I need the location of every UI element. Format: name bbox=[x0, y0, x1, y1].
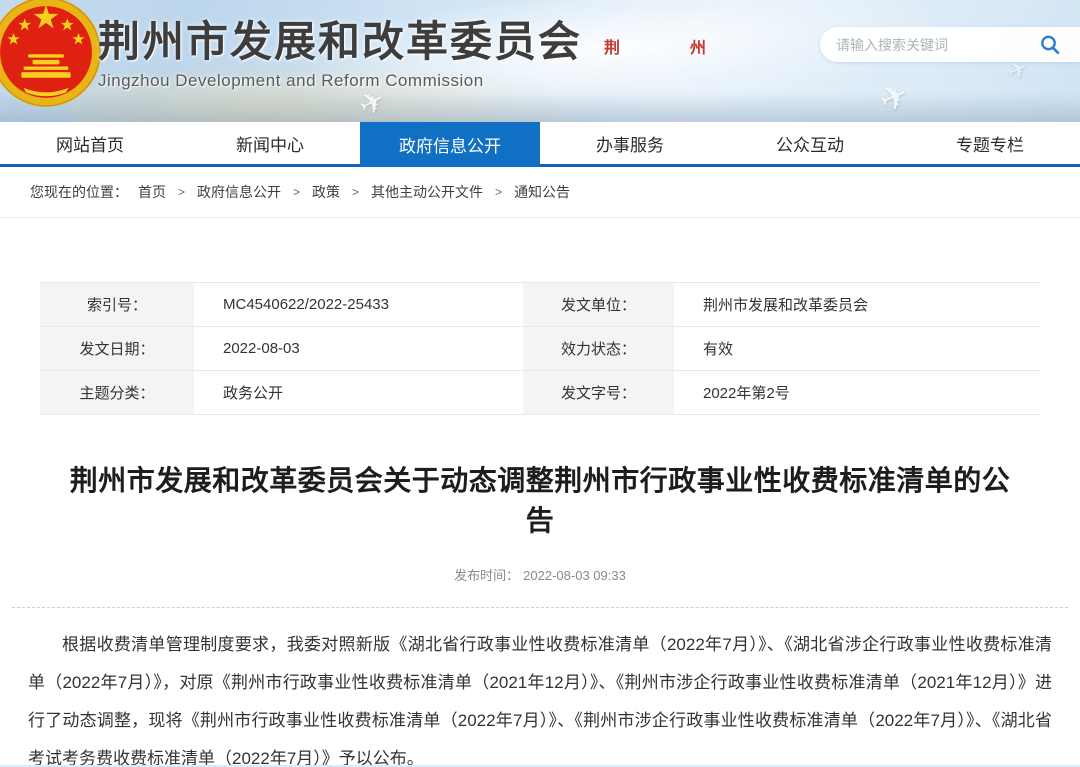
document-meta-table: 索引号： MC4540622/2022-25433 发文单位： 荆州市发展和改革… bbox=[40, 282, 1040, 415]
page-title: 荆州市发展和改革委员会关于动态调整荆州市行政事业性收费标准清单的公告 bbox=[58, 461, 1023, 541]
nav-item-gov-info[interactable]: 政府信息公开 bbox=[360, 122, 540, 167]
table-row: 主题分类： 政务公开 发文字号： 2022年第2号 bbox=[40, 371, 1040, 415]
national-emblem-icon bbox=[0, 0, 102, 108]
nav-item-home[interactable]: 网站首页 bbox=[0, 122, 180, 164]
publish-time-row: 发布时间： 2022-08-03 09:33 bbox=[0, 565, 1080, 584]
site-identity: 荆州市发展和改革委员会 Jingzhou Development and Ref… bbox=[98, 8, 582, 91]
meta-value-issuing-unit: 荆州市发展和改革委员会 bbox=[677, 283, 1040, 326]
breadcrumb-other-open-docs[interactable]: 其他主动公开文件 bbox=[371, 182, 483, 202]
breadcrumb-separator: > bbox=[293, 185, 300, 199]
breadcrumb-prefix: 您现在的位置： bbox=[30, 182, 128, 202]
meta-label-doc-number: 发文字号： bbox=[523, 371, 677, 414]
page: ✈ ✈ ✈ 荆州市发展和改革委员会 Jingzhou Development a… bbox=[0, 0, 1080, 767]
breadcrumb-gov-info[interactable]: 政府信息公开 bbox=[197, 182, 281, 202]
search-icon bbox=[1038, 33, 1062, 57]
meta-label-issue-date: 发文日期： bbox=[40, 327, 197, 370]
meta-label-validity: 效力状态： bbox=[523, 327, 677, 370]
breadcrumb-separator: > bbox=[178, 185, 185, 199]
meta-value-topic-category: 政务公开 bbox=[197, 371, 523, 414]
banner-tarmac-art bbox=[0, 92, 1080, 122]
nav-item-news[interactable]: 新闻中心 bbox=[180, 122, 360, 164]
table-row: 发文日期： 2022-08-03 效力状态： 有效 bbox=[40, 327, 1040, 371]
search-button[interactable] bbox=[1038, 33, 1062, 57]
article-body: 根据收费清单管理制度要求，我委对照新版《湖北省行政事业性收费标准清单（2022年… bbox=[28, 626, 1052, 767]
meta-value-issue-date: 2022-08-03 bbox=[197, 327, 523, 370]
banner-jingzhou-sign: 荆州 bbox=[604, 34, 776, 58]
site-title: 荆州市发展和改革委员会 bbox=[98, 8, 582, 69]
nav-item-interaction[interactable]: 公众互动 bbox=[720, 122, 900, 164]
site-banner: ✈ ✈ ✈ 荆州市发展和改革委员会 Jingzhou Development a… bbox=[0, 0, 1080, 122]
main-nav: 网站首页 新闻中心 政府信息公开 办事服务 公众互动 专题专栏 bbox=[0, 122, 1080, 167]
breadcrumb-separator: > bbox=[352, 185, 359, 199]
dashed-divider bbox=[12, 607, 1068, 608]
breadcrumb-notices[interactable]: 通知公告 bbox=[514, 182, 570, 202]
table-row: 索引号： MC4540622/2022-25433 发文单位： 荆州市发展和改革… bbox=[40, 283, 1040, 327]
meta-label-topic-category: 主题分类： bbox=[40, 371, 197, 414]
meta-value-index-no: MC4540622/2022-25433 bbox=[197, 283, 523, 326]
site-subtitle: Jingzhou Development and Reform Commissi… bbox=[98, 71, 582, 91]
breadcrumb: 您现在的位置： 首页 > 政府信息公开 > 政策 > 其他主动公开文件 > 通知… bbox=[0, 167, 1080, 218]
publish-time-label: 发布时间： bbox=[454, 568, 519, 583]
nav-item-topics[interactable]: 专题专栏 bbox=[900, 122, 1080, 164]
search-box bbox=[820, 27, 1080, 62]
meta-value-validity: 有效 bbox=[677, 327, 1040, 370]
breadcrumb-policy[interactable]: 政策 bbox=[312, 182, 340, 202]
breadcrumb-separator: > bbox=[495, 185, 502, 199]
meta-value-doc-number: 2022年第2号 bbox=[677, 371, 1040, 414]
meta-label-index-no: 索引号： bbox=[40, 283, 197, 326]
nav-item-services[interactable]: 办事服务 bbox=[540, 122, 720, 164]
breadcrumb-home[interactable]: 首页 bbox=[138, 182, 166, 202]
meta-label-issuing-unit: 发文单位： bbox=[523, 283, 677, 326]
publish-time-value: 2022-08-03 09:33 bbox=[523, 568, 626, 583]
search-input[interactable] bbox=[836, 37, 1038, 53]
